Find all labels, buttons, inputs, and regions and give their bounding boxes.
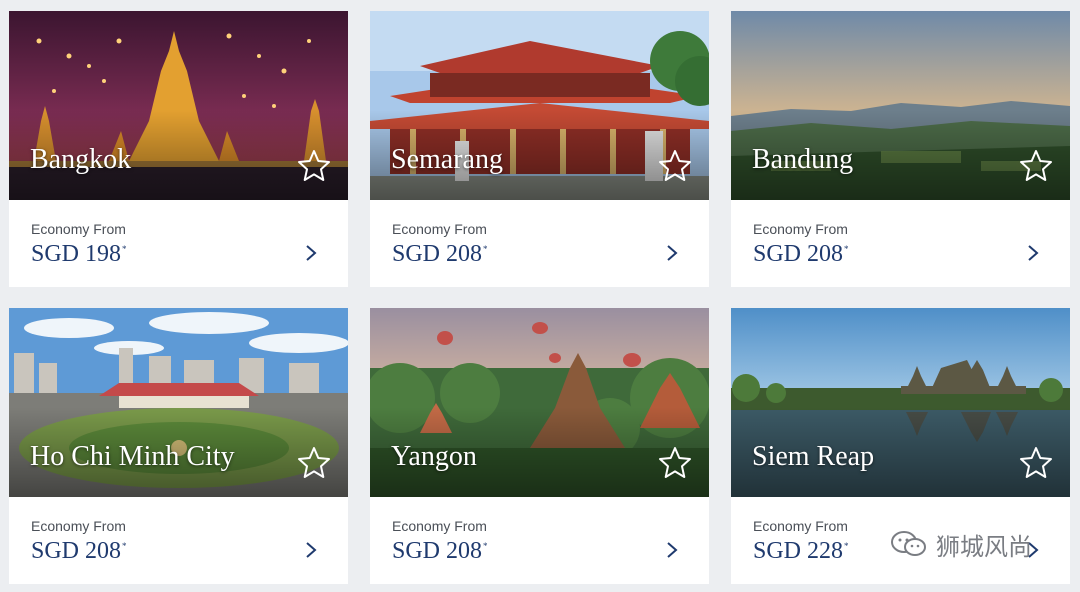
fare-label: Economy From — [753, 221, 848, 237]
fare-label: Economy From — [392, 518, 487, 534]
chevron-right-icon[interactable] — [1025, 243, 1041, 263]
price-value: 228 — [807, 538, 844, 564]
fare-price: SGD 208* — [31, 538, 127, 565]
fare-price: SGD 208* — [392, 241, 488, 268]
star-outline-icon[interactable] — [657, 445, 693, 481]
star-outline-icon[interactable] — [1018, 445, 1054, 481]
chevron-right-icon[interactable] — [664, 243, 680, 263]
fare-label: Economy From — [753, 518, 848, 534]
fare-price: SGD 208* — [392, 538, 488, 565]
currency: SGD — [753, 241, 802, 267]
wechat-icon — [891, 531, 926, 556]
city-name: Bangkok — [30, 144, 132, 175]
star-outline-icon[interactable] — [1018, 148, 1054, 184]
city-name: Ho Chi Minh City — [30, 441, 235, 472]
price-footnote-mark: * — [122, 244, 127, 254]
watermark: 狮城风尚 — [890, 528, 1032, 561]
destination-card-semarang[interactable]: Semarang Economy From SGD 208* — [370, 11, 709, 287]
chevron-right-icon[interactable] — [664, 540, 680, 560]
currency: SGD — [392, 241, 441, 267]
star-outline-icon[interactable] — [657, 148, 693, 184]
price-footnote-mark: * — [483, 541, 488, 551]
fare-price: SGD 198* — [31, 241, 127, 268]
fare-label: Economy From — [31, 221, 126, 237]
currency: SGD — [392, 538, 441, 564]
chevron-right-icon[interactable] — [303, 540, 319, 560]
watermark-text: 狮城风尚 — [936, 533, 1032, 561]
city-name: Bandung — [752, 144, 854, 175]
city-name: Semarang — [391, 144, 503, 175]
currency: SGD — [753, 538, 802, 564]
price-value: 198 — [85, 241, 122, 267]
price-footnote-mark: * — [483, 244, 488, 254]
currency: SGD — [31, 241, 80, 267]
star-outline-icon[interactable] — [296, 445, 332, 481]
destination-card-bangkok[interactable]: Bangkok Economy From SGD 198* — [9, 11, 348, 287]
fare-label: Economy From — [392, 221, 487, 237]
price-value: 208 — [85, 538, 122, 564]
price-value: 208 — [807, 241, 844, 267]
destination-card-bandung[interactable]: Bandung Economy From SGD 208* — [731, 11, 1070, 287]
destination-card-yangon[interactable]: Yangon Economy From SGD 208* — [370, 308, 709, 584]
destination-card-ho-chi-minh-city[interactable]: Ho Chi Minh City Economy From SGD 208* — [9, 308, 348, 584]
fare-price: SGD 208* — [753, 241, 849, 268]
city-name: Yangon — [391, 441, 477, 472]
price-footnote-mark: * — [844, 541, 849, 551]
price-footnote-mark: * — [844, 244, 849, 254]
city-name: Siem Reap — [752, 441, 875, 472]
fare-label: Economy From — [31, 518, 126, 534]
star-outline-icon[interactable] — [296, 148, 332, 184]
price-footnote-mark: * — [122, 541, 127, 551]
chevron-right-icon[interactable] — [303, 243, 319, 263]
currency: SGD — [31, 538, 80, 564]
price-value: 208 — [446, 241, 483, 267]
fare-price: SGD 228* — [753, 538, 849, 565]
price-value: 208 — [446, 538, 483, 564]
